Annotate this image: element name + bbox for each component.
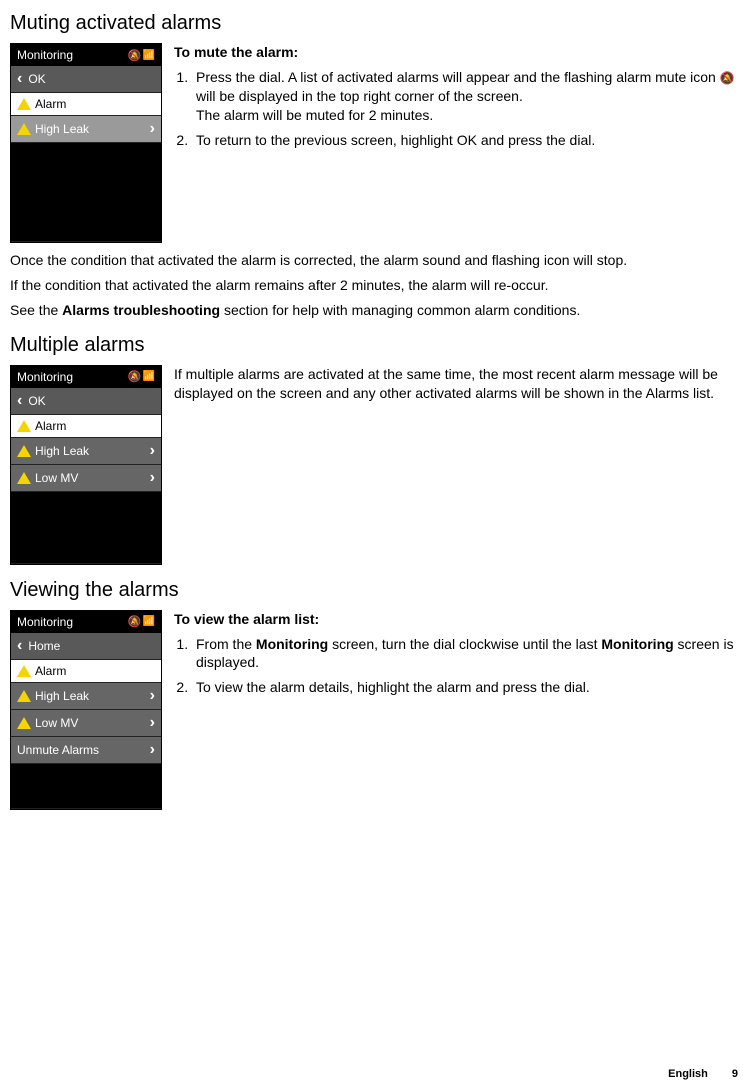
item-label: Alarm	[35, 97, 66, 111]
item-label: Home	[28, 639, 60, 653]
body-text: Once the condition that activated the al…	[10, 251, 744, 270]
warning-icon	[17, 690, 31, 702]
list-item: Low MV	[11, 710, 161, 737]
step-1: Press the dial. A list of activated alar…	[192, 68, 744, 125]
screen-title-text: Monitoring	[17, 615, 73, 629]
warning-icon	[17, 717, 31, 729]
item-label: OK	[28, 72, 45, 86]
screen-empty	[11, 143, 161, 242]
chevron-right-icon	[150, 714, 155, 732]
list-item: Alarm	[11, 660, 161, 683]
monitoring-ref: Monitoring	[256, 636, 328, 652]
item-label: Low MV	[35, 716, 78, 730]
list-item: Home	[11, 633, 161, 660]
list-item: Alarm	[11, 93, 161, 116]
screen-title-text: Monitoring	[17, 370, 73, 384]
to-view-heading: To view the alarm list:	[174, 610, 744, 629]
heading-multiple: Multiple alarms	[10, 334, 744, 357]
step-2: To view the alarm details, highlight the…	[192, 678, 744, 697]
alarms-troubleshooting-ref: Alarms troubleshooting	[62, 302, 220, 318]
item-label: Low MV	[35, 471, 78, 485]
monitoring-ref: Monitoring	[601, 636, 673, 652]
signal-icon: 📶	[143, 616, 155, 627]
screen-title: Monitoring 🔕 📶	[11, 44, 161, 66]
screen-title: Monitoring 🔕 📶	[11, 611, 161, 633]
heading-muting: Muting activated alarms	[10, 12, 744, 35]
screen-empty	[11, 492, 161, 564]
mute-icon: 🔕	[128, 370, 141, 383]
chevron-right-icon	[150, 687, 155, 705]
list-item: Low MV	[11, 465, 161, 492]
screen-title: Monitoring 🔕 📶	[11, 366, 161, 388]
chevron-right-icon	[150, 442, 155, 460]
item-label: Alarm	[35, 664, 66, 678]
chevron-right-icon	[150, 469, 155, 487]
mute-icon: 🔕	[128, 615, 141, 628]
footer-page-number: 9	[732, 1068, 738, 1080]
chevron-left-icon	[17, 392, 24, 410]
chevron-right-icon	[150, 120, 155, 138]
step-1: From the Monitoring screen, turn the dia…	[192, 635, 744, 673]
warning-icon	[17, 665, 31, 677]
page-footer: English 9	[668, 1068, 738, 1080]
chevron-left-icon	[17, 637, 24, 655]
mute-inline-icon: 🔕	[720, 71, 735, 85]
list-item: Alarm	[11, 415, 161, 438]
warning-icon	[17, 420, 31, 432]
body-text: If the condition that activated the alar…	[10, 276, 744, 295]
item-label: High Leak	[35, 689, 89, 703]
warning-icon	[17, 98, 31, 110]
item-label: High Leak	[35, 444, 89, 458]
step-text: will be displayed in the top right corne…	[196, 88, 523, 104]
device-screen-view: Monitoring 🔕 📶 Home Alarm High Leak Low …	[10, 610, 162, 810]
warning-icon	[17, 445, 31, 457]
to-mute-heading: To mute the alarm:	[174, 43, 744, 62]
heading-viewing: Viewing the alarms	[10, 579, 744, 602]
device-screen-mute: Monitoring 🔕 📶 OK Alarm High Leak	[10, 43, 162, 243]
screen-title-text: Monitoring	[17, 48, 73, 62]
list-item: High Leak	[11, 116, 161, 143]
warning-icon	[17, 472, 31, 484]
warning-icon	[17, 123, 31, 135]
list-item: OK	[11, 388, 161, 415]
item-label: Alarm	[35, 419, 66, 433]
footer-language: English	[668, 1068, 708, 1080]
chevron-right-icon	[150, 741, 155, 759]
list-item: OK	[11, 66, 161, 93]
chevron-left-icon	[17, 70, 24, 88]
step-text: The alarm will be muted for 2 minutes.	[196, 107, 433, 123]
signal-icon: 📶	[143, 50, 155, 61]
item-label: Unmute Alarms	[17, 743, 99, 757]
body-text: See the Alarms troubleshooting section f…	[10, 301, 744, 320]
body-text: If multiple alarms are activated at the …	[174, 365, 744, 403]
list-item: Unmute Alarms	[11, 737, 161, 764]
item-label: High Leak	[35, 122, 89, 136]
item-label: OK	[28, 394, 45, 408]
device-screen-multi: Monitoring 🔕 📶 OK Alarm High Leak Low MV	[10, 365, 162, 565]
mute-icon: 🔕	[128, 49, 141, 62]
step-text: Press the dial. A list of activated alar…	[196, 69, 720, 85]
list-item: High Leak	[11, 683, 161, 710]
list-item: High Leak	[11, 438, 161, 465]
signal-icon: 📶	[143, 371, 155, 382]
step-2: To return to the previous screen, highli…	[192, 131, 744, 150]
screen-empty	[11, 764, 161, 809]
